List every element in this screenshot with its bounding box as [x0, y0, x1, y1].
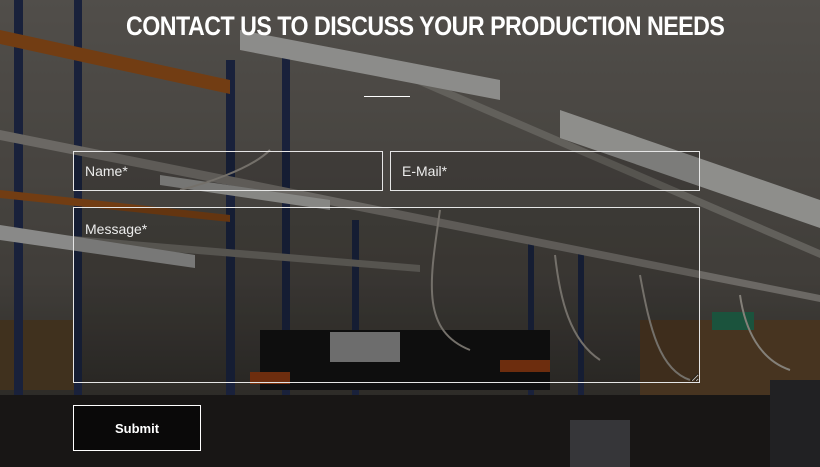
submit-button[interactable]: Submit — [73, 405, 201, 451]
message-field[interactable] — [73, 207, 700, 383]
email-field[interactable] — [390, 151, 700, 191]
heading-divider — [364, 96, 410, 97]
name-field[interactable] — [73, 151, 383, 191]
contact-heading: CONTACT US TO DISCUSS YOUR PRODUCTION NE… — [126, 11, 725, 41]
